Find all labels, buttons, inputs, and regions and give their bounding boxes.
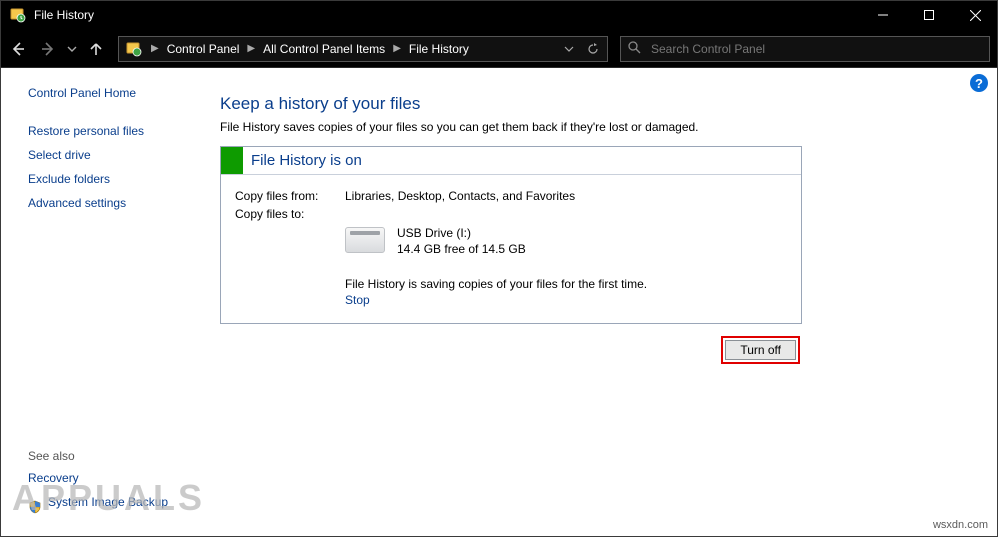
forward-button[interactable] (34, 35, 62, 63)
title-bar: File History (0, 0, 998, 30)
shield-icon (28, 500, 42, 514)
address-bar[interactable]: ▶ Control Panel ▶ All Control Panel Item… (118, 36, 608, 62)
breadcrumb-all-items[interactable]: All Control Panel Items (257, 42, 391, 56)
maximize-button[interactable] (906, 0, 952, 30)
panel-title: File History is on (251, 152, 362, 169)
panel-header: File History is on (221, 147, 801, 175)
drive-icon (345, 227, 385, 253)
address-dropdown-button[interactable] (559, 39, 579, 59)
status-on-indicator-icon (221, 147, 243, 174)
help-icon: ? (975, 76, 983, 91)
recent-locations-button[interactable] (64, 35, 80, 63)
crumb-sep-icon[interactable]: ▶ (245, 43, 257, 54)
search-box[interactable] (620, 36, 990, 62)
page-description: File History saves copies of your files … (220, 120, 974, 134)
toolbar: ▶ Control Panel ▶ All Control Panel Item… (0, 30, 998, 68)
drive-name: USB Drive (I:) (397, 225, 526, 241)
turn-off-button[interactable]: Turn off (725, 340, 796, 360)
back-button[interactable] (4, 35, 32, 63)
see-also-heading: See also (28, 449, 188, 463)
turn-off-container: Turn off (220, 336, 802, 364)
sidebar-advanced-settings[interactable]: Advanced settings (28, 196, 188, 210)
copy-to-label: Copy files to: (235, 207, 331, 221)
search-icon (627, 40, 641, 57)
sidebar-select-drive[interactable]: Select drive (28, 148, 188, 162)
stop-link[interactable]: Stop (345, 293, 370, 307)
up-button[interactable] (82, 35, 110, 63)
sidebar-system-image-backup[interactable]: System Image Backup (48, 495, 168, 509)
sidebar-cp-home[interactable]: Control Panel Home (28, 86, 188, 100)
panel-body: Copy files from: Libraries, Desktop, Con… (221, 175, 801, 323)
file-history-location-icon (123, 38, 145, 60)
minimize-button[interactable] (860, 0, 906, 30)
body-area: Control Panel Home Restore personal file… (0, 68, 998, 537)
page-title: Keep a history of your files (220, 94, 974, 114)
window-title: File History (34, 8, 94, 22)
sidebar: Control Panel Home Restore personal file… (0, 68, 200, 537)
close-button[interactable] (952, 0, 998, 30)
sidebar-exclude-folders[interactable]: Exclude folders (28, 172, 188, 186)
file-history-app-icon (10, 7, 26, 23)
file-history-panel: File History is on Copy files from: Libr… (220, 146, 802, 324)
refresh-button[interactable] (583, 39, 603, 59)
turn-off-highlight: Turn off (721, 336, 800, 364)
crumb-sep-icon[interactable]: ▶ (391, 43, 403, 54)
saving-status: File History is saving copies of your fi… (345, 277, 787, 291)
copy-from-label: Copy files from: (235, 189, 331, 203)
sidebar-recovery[interactable]: Recovery (28, 471, 188, 485)
window-buttons (860, 0, 998, 30)
breadcrumb: Control Panel ▶ All Control Panel Items … (161, 42, 475, 56)
breadcrumb-file-history[interactable]: File History (403, 42, 475, 56)
sidebar-restore-personal-files[interactable]: Restore personal files (28, 124, 188, 138)
help-button[interactable]: ? (970, 74, 988, 92)
breadcrumb-control-panel[interactable]: Control Panel (161, 42, 246, 56)
main-content: ? Keep a history of your files File Hist… (200, 68, 998, 537)
copy-from-value: Libraries, Desktop, Contacts, and Favori… (345, 189, 575, 203)
search-input[interactable] (649, 41, 983, 57)
crumb-sep-icon[interactable]: ▶ (149, 43, 161, 54)
drive-free-space: 14.4 GB free of 14.5 GB (397, 241, 526, 257)
source-footer: wsxdn.com (933, 519, 988, 531)
